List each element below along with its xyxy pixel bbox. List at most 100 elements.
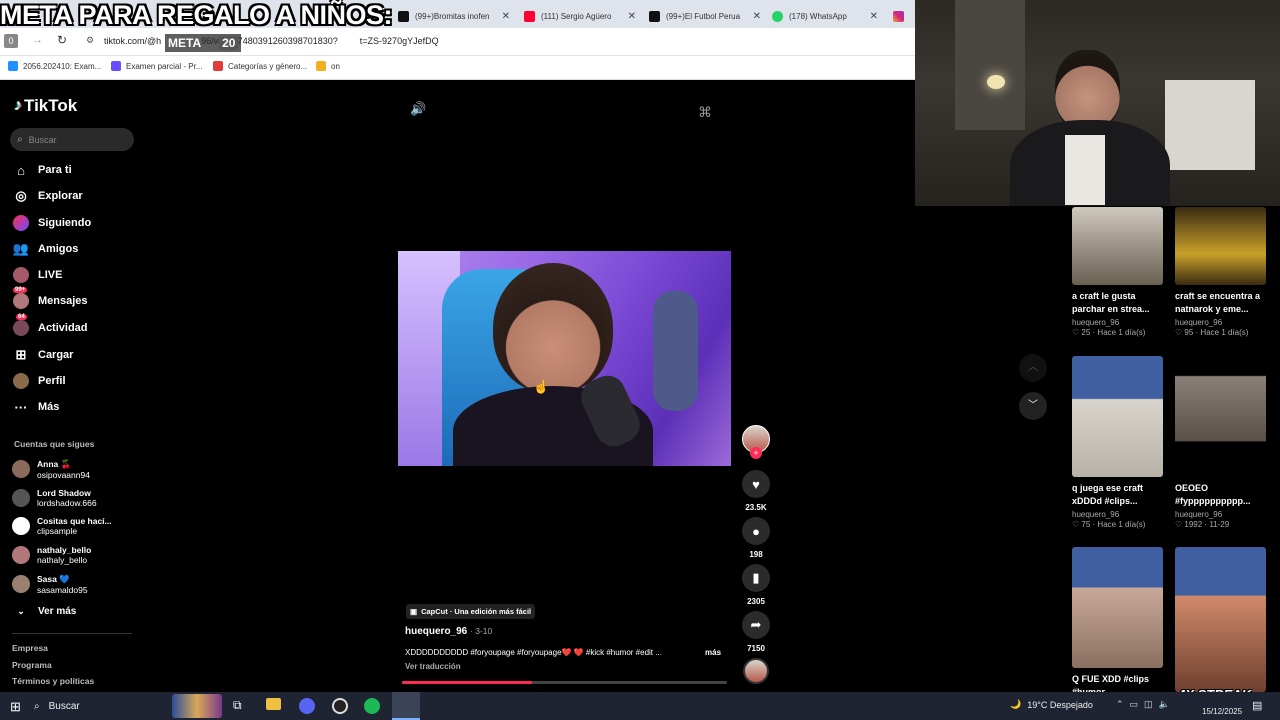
chevron-down-icon: ⌄ (17, 605, 25, 616)
following-icon (12, 214, 30, 232)
taskbar-search[interactable]: ⌕ Buscar (34, 697, 80, 715)
recommendation-meta: ♡ 25 · Hace 1 día(s) (1072, 328, 1146, 337)
author-avatar-button[interactable]: + (741, 425, 771, 459)
followed-account[interactable]: Cositas que hací... clipsample (12, 513, 112, 539)
obs-icon[interactable] (332, 698, 348, 714)
tab-close-icon[interactable]: ✕ (502, 11, 510, 22)
bookmark-item[interactable]: Examen parcial - Pr... (111, 61, 202, 71)
browser-tab[interactable]: (111) Sergio Agüero ✕ (524, 5, 642, 27)
player-settings-icon[interactable]: ⌘ (698, 104, 712, 121)
footer-link[interactable]: Programa (12, 660, 52, 670)
file-explorer-icon[interactable] (266, 698, 281, 710)
follow-plus-icon[interactable]: + (750, 447, 762, 459)
bookmark-item[interactable]: on (316, 61, 340, 71)
next-video-button[interactable]: ﹀ (1019, 392, 1047, 420)
nav-label: Perfil (38, 375, 66, 387)
browser-tab[interactable]: (99+)Bromitas inofen ✕ (398, 5, 516, 27)
search-icon: ⌕ (17, 134, 23, 145)
followed-account[interactable]: Lord Shadow lordshadow.666 (12, 485, 97, 511)
url-field[interactable]: tiktok.com/@h 96/video/748039126039870183… (104, 36, 439, 46)
sound-disc[interactable] (741, 658, 771, 684)
tray-icons[interactable]: ⌃▭◫🔈 (1116, 699, 1176, 710)
browser-tab[interactable]: (99+)El Futbol Perua ✕ (649, 5, 767, 27)
recommendation-card[interactable] (1175, 547, 1266, 692)
zoom-indicator: 0 (4, 34, 18, 48)
webcam-person-head (1055, 50, 1120, 130)
weather-widget[interactable]: 🌙 19°C Despejado (1010, 699, 1093, 710)
windows-start-icon[interactable]: ⊞ (10, 699, 21, 715)
volume-button[interactable]: 🔊 (410, 101, 426, 117)
nav-live[interactable]: LIVE (12, 264, 62, 286)
recommendation-card[interactable]: a craft le gusta parchar en strea... hue… (1072, 207, 1163, 337)
reload-icon[interactable]: ↻ (57, 33, 67, 47)
followed-account[interactable]: Anna 🍒 osipovaann94 (12, 456, 90, 482)
recommendation-card[interactable]: q juega ese craft xDDDd #clips... hueque… (1072, 356, 1163, 529)
nav-mensajes[interactable]: 99+ Mensajes (12, 287, 88, 312)
comment-count: 198 (749, 550, 763, 559)
nav-actividad[interactable]: 64 Actividad (12, 314, 88, 339)
nav-explorar[interactable]: ◎ Explorar (12, 185, 82, 207)
weather-label: 19°C Despejado (1027, 699, 1093, 710)
spotify-icon[interactable] (364, 698, 380, 714)
nav-label: Amigos (38, 243, 79, 255)
recommendation-card[interactable]: OEOEO #fypppppppppp... huequero_96 ♡ 199… (1175, 356, 1266, 529)
tiktok-logo[interactable]: ♪ TikTok (14, 96, 77, 116)
tab-close-icon[interactable]: ✕ (628, 11, 636, 22)
nav-label: Para ti (38, 164, 72, 176)
capcut-tag[interactable]: ▣ CapCut · Una edición más fácil (406, 604, 536, 619)
compass-icon: ◎ (15, 188, 27, 203)
save-button[interactable]: ▮ 2305 (741, 564, 771, 606)
recommendation-likes: 25 (1081, 328, 1091, 337)
nav-perfil[interactable]: Perfil (12, 370, 66, 392)
footer-link[interactable]: Empresa (12, 643, 48, 653)
share-button[interactable]: ➦ 7150 (741, 611, 771, 653)
bookmark-icon: ▮ (742, 564, 770, 592)
bookmark-item[interactable]: Categorías y género... (213, 61, 307, 71)
caption-more-button[interactable]: más (705, 648, 721, 657)
nav-para-ti[interactable]: ⌂ Para ti (12, 159, 72, 181)
active-app-icon[interactable] (392, 692, 420, 720)
video-player[interactable]: ☝ (398, 251, 731, 466)
more-icon: ··· (14, 399, 28, 415)
url-right: t=ZS-9270gYJefDQ (359, 36, 439, 46)
recommendation-thumbnail (1175, 356, 1266, 477)
recommendation-likes: 95 (1184, 328, 1194, 337)
meta-label: META (168, 36, 202, 50)
footer-link[interactable]: Términos y políticas (12, 676, 94, 686)
site-info-icon[interactable]: ⚙ (86, 35, 94, 46)
forward-icon[interactable]: → (32, 34, 43, 46)
tab-label: (99+)Bromitas inofen (415, 11, 490, 21)
browser-tab[interactable]: (178) WhatsApp ✕ (772, 5, 884, 27)
recommendation-author: huequero_96 (1175, 318, 1223, 327)
discord-icon[interactable] (299, 698, 315, 714)
recommendation-card[interactable]: Q FUE XDD #clips #humor (1072, 547, 1163, 699)
tab-close-icon[interactable]: ✕ (753, 11, 761, 22)
followed-account[interactable]: nathaly_bello nathaly_bello (12, 542, 91, 568)
share-count: 7150 (747, 644, 765, 653)
nav-mas[interactable]: ··· Más (12, 396, 60, 418)
activity-badge: 64 (16, 314, 27, 320)
followed-account[interactable]: Sasa 💙 sasamaldo95 (12, 571, 88, 597)
task-view-icon[interactable]: ⧉ (233, 698, 242, 713)
author-name[interactable]: huequero_96 (405, 626, 467, 637)
nav-amigos[interactable]: 👥 Amigos (12, 238, 78, 260)
tab-label: (178) WhatsApp (789, 11, 847, 21)
nav-cargar[interactable]: ⊞ Cargar (12, 344, 74, 366)
account-user: osipovaann94 (37, 469, 90, 480)
bookmark-label: 2056.202410: Exam... (23, 61, 102, 71)
bookmark-item[interactable]: 2056.202410: Exam... (8, 61, 101, 71)
translate-link[interactable]: Ver traducción (405, 662, 461, 671)
nav-siguiendo[interactable]: Siguiendo (12, 212, 91, 234)
browser-tab[interactable] (893, 5, 915, 27)
tab-close-icon[interactable]: ✕ (870, 11, 878, 22)
previous-video-button[interactable]: ︿ (1019, 354, 1047, 382)
tiktok-tab-icon (649, 10, 660, 22)
notification-icon[interactable]: ▤ (1252, 699, 1262, 712)
see-more-button[interactable]: ⌄ Ver más (12, 600, 76, 622)
progress-track[interactable] (402, 681, 727, 684)
search-box[interactable]: ⌕ Buscar (10, 128, 134, 151)
recommendation-card[interactable]: craft se encuentra a natnarok y eme... h… (1175, 207, 1266, 337)
like-button[interactable]: ♥ 23.5K (741, 470, 771, 512)
comment-button[interactable]: ● 198 (741, 517, 771, 559)
recommendation-title: a craft le gusta parchar en strea... (1072, 291, 1150, 314)
